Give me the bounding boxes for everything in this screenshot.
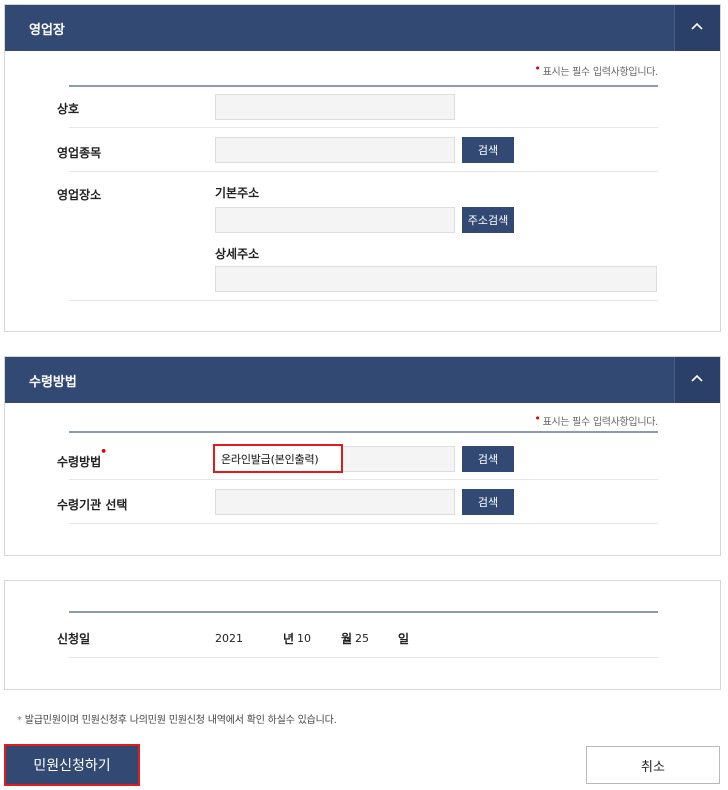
date-day-unit: 일	[398, 632, 410, 646]
business-panel-title: 영업장	[29, 23, 65, 38]
basic-address-label: 기본주소	[215, 186, 260, 200]
location-label: 영업장소	[57, 188, 102, 202]
required-note: • 표시는 필수 입력사항입니다.	[534, 412, 658, 428]
receipt-agency-search-button[interactable]: 검색	[462, 489, 514, 515]
row-divider	[69, 479, 658, 480]
footer-note: * 발급민원이며 민원신청후 나의민원 민원신청 내역에서 확인 하실수 있습니…	[17, 715, 337, 726]
receipt-panel-title: 수령방법	[29, 375, 77, 390]
date-month-unit: 월	[341, 632, 353, 646]
receipt-agency-label: 수령기관 선택	[57, 498, 128, 512]
required-note: • 표시는 필수 입력사항입니다.	[534, 62, 658, 78]
bullet-icon: *	[17, 715, 22, 726]
section-divider	[69, 85, 658, 87]
required-star-icon: •	[100, 445, 108, 458]
business-panel: 영업장 • 표시는 필수 입력사항입니다. 상호 영업종목 검색 영업장소 기본주…	[4, 4, 721, 332]
row-divider	[69, 300, 658, 301]
trade-name-input[interactable]	[215, 94, 455, 120]
receipt-method-search-button[interactable]: 검색	[462, 446, 514, 472]
receipt-agency-input[interactable]	[215, 489, 455, 515]
business-panel-header: 영업장	[5, 5, 720, 51]
business-type-input[interactable]	[215, 137, 455, 163]
cancel-button[interactable]: 취소	[586, 746, 720, 784]
receipt-panel-header: 수령방법	[5, 357, 720, 403]
date-day-value: 25	[355, 632, 369, 645]
receipt-panel: 수령방법 • 표시는 필수 입력사항입니다. 수령방법 • 온라인발급(본인출력) …	[4, 356, 721, 556]
receipt-method-value[interactable]: 온라인발급(본인출력)	[213, 444, 343, 473]
receipt-method-label: 수령방법 •	[57, 445, 108, 469]
collapse-toggle-button[interactable]	[674, 5, 720, 51]
row-divider	[69, 657, 658, 658]
detail-address-label: 상세주소	[215, 247, 260, 261]
row-divider	[69, 171, 658, 172]
collapse-toggle-button[interactable]	[674, 357, 720, 403]
required-star-icon: •	[534, 412, 541, 425]
date-year-unit: 년	[283, 632, 295, 646]
address-search-button[interactable]: 주소검색	[462, 207, 514, 233]
section-divider	[69, 611, 658, 613]
row-divider	[69, 523, 658, 524]
trade-name-label: 상호	[57, 102, 80, 116]
row-divider	[69, 127, 658, 128]
application-date-panel: 신청일 2021 년 10 월 25 일	[4, 580, 721, 690]
section-divider	[69, 431, 658, 433]
required-star-icon: •	[534, 62, 541, 75]
basic-address-input[interactable]	[215, 207, 455, 233]
chevron-up-icon	[691, 374, 703, 382]
application-date-label: 신청일	[57, 632, 91, 646]
submit-application-button[interactable]: 민원신청하기	[4, 744, 140, 786]
detail-address-input[interactable]	[215, 266, 657, 292]
business-type-label: 영업종목	[57, 146, 102, 160]
date-year-value: 2021	[215, 632, 243, 645]
date-month-value: 10	[297, 632, 311, 645]
business-type-search-button[interactable]: 검색	[462, 137, 514, 163]
chevron-up-icon	[691, 22, 703, 30]
